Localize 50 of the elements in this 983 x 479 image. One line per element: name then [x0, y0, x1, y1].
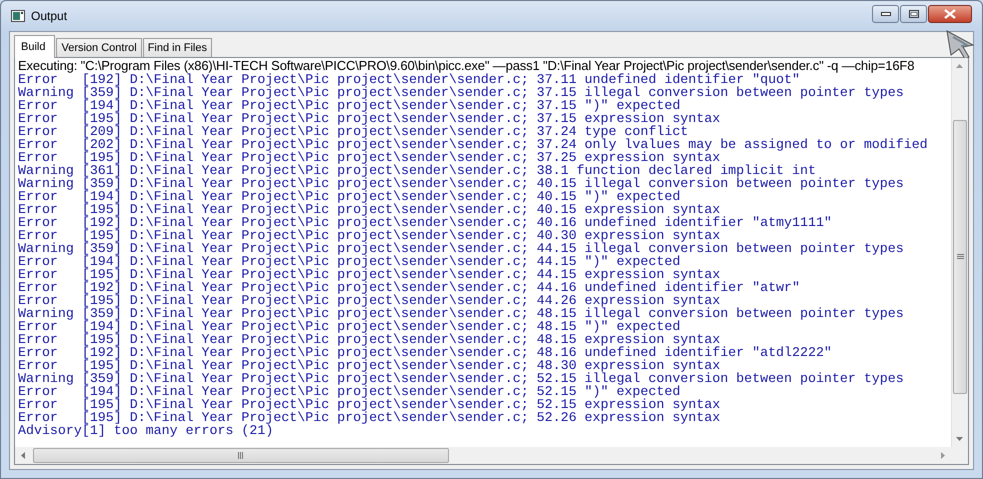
window-title: Output [31, 8, 68, 25]
scroll-up-arrow-icon[interactable] [956, 64, 963, 68]
compiler-message: Error [209] D:\Final Year Project\Pic project\sender\sender.c; 37.24 type conflict [18, 125, 688, 138]
scroll-thumb[interactable] [33, 448, 449, 463]
close-icon [944, 9, 956, 19]
compiler-message: Error [195] D:\Final Year Project\Pic project\sender\sender.c; 44.15 expression syntax [18, 268, 720, 281]
compiler-message: Error [195] D:\Final Year Project\Pic project\sender\sender.c; 48.15 expression syntax [18, 333, 720, 346]
compiler-message: Error [194] D:\Final Year Project\Pic project\sender\sender.c; 52.15 ")" expected [18, 385, 682, 398]
compiler-message: Warning [359] D:\Final Year Project\Pic project\sender\sender.c; 37.15 illegal conversion between pointer types [18, 86, 905, 99]
output-tab[interactable]: Version Control [56, 38, 142, 57]
scroll-right-arrow-icon[interactable] [941, 452, 945, 459]
compiler-message: Error [192] D:\Final Year Project\Pic project\sender\sender.c; 40.16 undefined identifier "atmy1111" [18, 216, 833, 229]
compiler-message: Error [195] D:\Final Year Project\Pic project\sender\sender.c; 44.26 expression syntax [18, 294, 720, 307]
minimize-icon [880, 12, 890, 16]
compiler-message: Warning [359] D:\Final Year Project\Pic project\sender\sender.c; 40.15 illegal conversion between pointer types [18, 177, 905, 190]
compiler-message: Error [195] D:\Final Year Project\Pic project\sender\sender.c; 48.30 expression syntax [18, 359, 720, 372]
compiler-message: Warning [359] D:\Final Year Project\Pic project\sender\sender.c; 48.15 illegal conversion between pointer types [18, 307, 905, 320]
scroll-down-arrow-icon[interactable] [956, 437, 963, 441]
grip-icon [238, 452, 244, 459]
compiler-message: Error [194] D:\Final Year Project\Pic project\sender\sender.c; 37.15 ")" expected [18, 99, 682, 112]
vertical-scrollbar[interactable] [951, 58, 968, 447]
window-icon [11, 10, 25, 22]
command-line-text: Executing: "C:\Program Files (x86)\HI-TECH Software\PICC\PRO\9.60\bin\picc.exe" —pass1 "D:\Final Year Project\Pic project\sender\sender.c" -q —chip=16F8 [18, 59, 916, 73]
maximize-button[interactable] [900, 5, 927, 23]
compiler-message: Error [192] D:\Final Year Project\Pic project\sender\sender.c; 37.11 undefined identifier "quot" [18, 73, 800, 86]
scroll-thumb[interactable] [953, 120, 967, 394]
compiler-message: Error [195] D:\Final Year Project\Pic project\sender\sender.c; 37.25 expression syntax [18, 151, 721, 164]
close-button[interactable] [928, 5, 972, 23]
compiler-message: Error [194] D:\Final Year Project\Pic project\sender\sender.c; 44.15 ")" expected [18, 255, 682, 268]
compiler-message: Warning [361] D:\Final Year Project\Pic project\sender\sender.c; 38.1 function declared implicit int [18, 164, 816, 177]
compiler-message: Error [195] D:\Final Year Project\Pic project\sender\sender.c; 40.15 expression syntax [18, 203, 720, 216]
compiler-message: Error [195] D:\Final Year Project\Pic project\sender\sender.c; 37.15 expression syntax [18, 112, 722, 125]
compiler-message: Advisory[1] too many errors (21) [18, 424, 274, 437]
minimize-button[interactable] [872, 5, 899, 23]
grip-icon [956, 254, 964, 260]
output-tab[interactable]: Build [14, 35, 56, 58]
maximize-icon [908, 10, 918, 18]
compiler-message: Error [195] D:\Final Year Project\Pic project\sender\sender.c; 52.26 expression syntax [18, 411, 722, 424]
compiler-message: Error [192] D:\Final Year Project\Pic project\sender\sender.c; 48.16 undefined identifier "atdl2222" [18, 346, 833, 359]
compiler-message: Error [195] D:\Final Year Project\Pic project\sender\sender.c; 52.15 expression syntax [18, 398, 722, 411]
compiler-message: Error [195] D:\Final Year Project\Pic project\sender\sender.c; 40.30 expression syntax [18, 229, 720, 242]
compiler-message: Error [194] D:\Final Year Project\Pic project\sender\sender.c; 40.15 ")" expected [18, 190, 682, 203]
compiler-message: Error [194] D:\Final Year Project\Pic project\sender\sender.c; 48.15 ")" expected [18, 320, 682, 333]
compiler-message: Error [202] D:\Final Year Project\Pic project\sender\sender.c; 37.24 only lvalues may be assigned to or modified [18, 138, 929, 151]
scroll-left-arrow-icon[interactable] [21, 452, 25, 459]
output-tab[interactable]: Find in Files [142, 38, 212, 57]
compiler-message: Warning [359] D:\Final Year Project\Pic project\sender\sender.c; 52.15 illegal conversion between pointer types [18, 372, 905, 385]
horizontal-scrollbar[interactable] [15, 447, 951, 464]
compiler-message: Error [192] D:\Final Year Project\Pic project\sender\sender.c; 44.16 undefined identifier "atwr" [18, 281, 801, 294]
compiler-message: Warning [359] D:\Final Year Project\Pic project\sender\sender.c; 44.15 illegal conversion between pointer types [18, 242, 905, 255]
